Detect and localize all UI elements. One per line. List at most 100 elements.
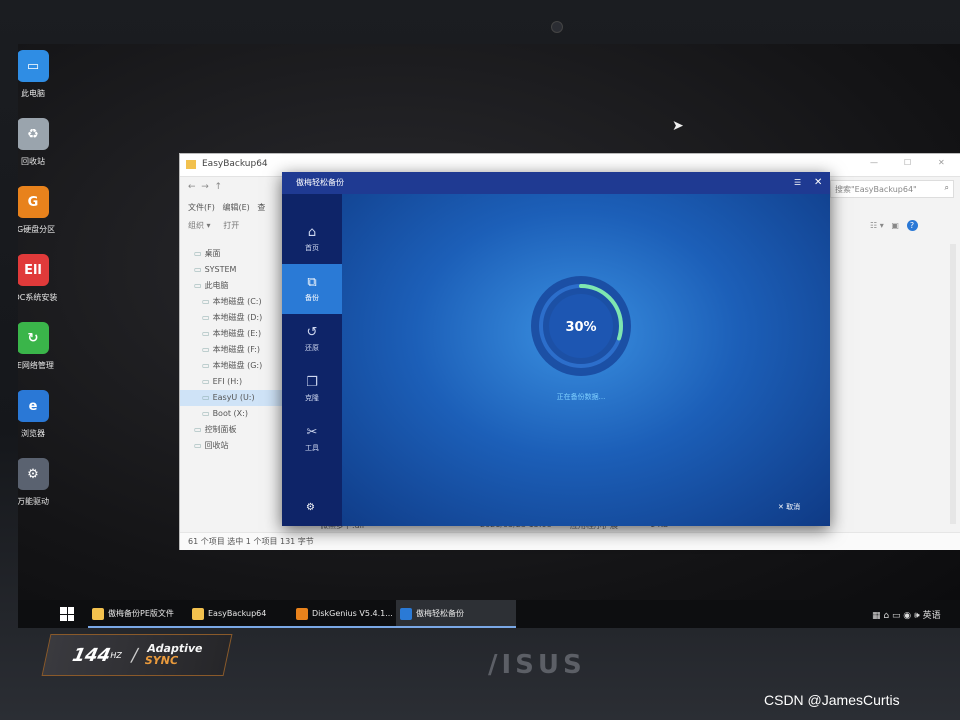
drive-icon: ▭	[194, 281, 202, 290]
desktop-icon-label: DG硬盘分区	[18, 225, 56, 234]
drive-icon: ▭	[194, 425, 202, 434]
running-indicator	[88, 626, 204, 628]
adaptive-sync-badge: 144 HZ / Adaptive SYNC	[41, 634, 233, 676]
search-icon: ⌕	[944, 183, 949, 192]
sidebar-label: 回收站	[204, 441, 229, 450]
input-language[interactable]: 英语	[923, 611, 941, 621]
explorer-scrollbar[interactable]	[950, 244, 956, 524]
cancel-button[interactable]: ✕ 取消	[778, 502, 800, 512]
driver-gear-icon: ⚙	[18, 458, 49, 490]
desktop: ▭此电脑♻回收站GDG硬盘分区EllEDC系统安装↻PE网络管理e浏览器⚙万能驱…	[18, 44, 960, 600]
nav-label: 首页	[305, 244, 319, 252]
desktop-icon-label: 回收站	[21, 157, 45, 166]
menu-file[interactable]: 文件(F)	[188, 203, 215, 212]
drive-icon: ▭	[202, 393, 210, 402]
sidebar-label: 本地磁盘 (F:)	[212, 345, 261, 354]
tray-icons: ▦ ⌂ ▭ ◉ 🕪	[872, 611, 920, 621]
sidebar-label: SYSTEM	[204, 265, 237, 274]
home-icon: ⌂	[307, 225, 317, 240]
drive-icon: ▭	[202, 297, 210, 306]
minimize-icon[interactable]: —	[870, 158, 878, 167]
sidebar-label: 本地磁盘 (C:)	[212, 297, 262, 306]
laptop-screen: ▭此电脑♻回收站GDG硬盘分区EllEDC系统安装↻PE网络管理e浏览器⚙万能驱…	[18, 44, 960, 628]
taskbar-label: 傲梅备份PE版文件	[108, 609, 174, 618]
progress-percent: 30%	[565, 320, 596, 335]
backup-icon: ⧉	[307, 275, 317, 290]
app-nav-restore[interactable]: ↺ 还原	[282, 314, 342, 364]
settings-icon[interactable]: ⚙	[306, 502, 315, 513]
desktop-icon-label: 此电脑	[21, 89, 45, 98]
backup-progress-panel: 30% 正在备份数据... ✕ 取消	[342, 194, 830, 526]
badge-line2: SYNC	[143, 654, 180, 667]
drive-icon: ▭	[194, 441, 202, 450]
progress-ring: 30%	[531, 276, 631, 376]
view-controls[interactable]: ☷ ▾ ▣ ?	[870, 220, 918, 231]
taskbar-label: EasyBackup64	[208, 609, 267, 618]
running-indicator	[396, 626, 516, 628]
close-icon[interactable]: ✕	[938, 158, 945, 167]
clone-icon: ❐	[306, 375, 318, 390]
menu-edit[interactable]: 编辑(E)	[222, 203, 249, 212]
desktop-icon[interactable]: e 浏览器	[18, 390, 68, 439]
menu-icon[interactable]: ☰	[794, 172, 801, 194]
taskbar-item[interactable]: EasyBackup64	[188, 600, 308, 628]
webcam	[551, 21, 563, 33]
app-nav-home[interactable]: ⌂ 首页	[282, 214, 342, 264]
desktop-icon[interactable]: ⚙ 万能驱动	[18, 458, 68, 507]
mouse-cursor: ➤	[672, 118, 684, 134]
app-nav-clone[interactable]: ❐ 克隆	[282, 364, 342, 414]
nav-arrows[interactable]: ← → ↑	[188, 182, 222, 192]
help-icon[interactable]: ?	[906, 220, 918, 231]
cancel-icon: ✕	[778, 503, 784, 511]
asus-logo: /ISUS	[488, 650, 586, 680]
drive-icon: ▭	[202, 361, 210, 370]
backup-status-text: 正在备份数据...	[556, 393, 606, 401]
badge-unit: HZ	[109, 650, 123, 660]
menu-view[interactable]: 查	[257, 203, 265, 212]
app-nav-backup[interactable]: ⧉ 备份	[282, 264, 342, 314]
search-box[interactable]: 搜索"EasyBackup64" ⌕	[830, 180, 954, 198]
running-indicator	[292, 626, 412, 628]
taskbar-label: DiskGenius V5.4.1...	[312, 609, 393, 618]
app-sidebar: ⌂ 首页 ⧉ 备份 ↺ 还原 ❐ 克隆 ✂ 工具	[282, 194, 342, 526]
browser-icon: e	[18, 390, 49, 422]
desktop-icon[interactable]: Ell EDC系统安装	[18, 254, 68, 303]
computer-icon: ▭	[18, 50, 49, 82]
sidebar-label: 控制面板	[204, 425, 237, 434]
start-button[interactable]	[60, 607, 74, 621]
taskbar-item[interactable]: DiskGenius V5.4.1...	[292, 600, 412, 628]
taskbar: 傲梅备份PE版文件 EasyBackup64 DiskGenius V5.4.1..…	[18, 600, 960, 628]
network-manager-icon: ↻	[18, 322, 49, 354]
desktop-icon[interactable]: ♻ 回收站	[18, 118, 68, 167]
recycle-bin-icon: ♻	[18, 118, 49, 150]
drive-icon: ▭	[202, 313, 210, 322]
diskgenius-icon	[296, 608, 308, 620]
nav-label: 还原	[305, 344, 319, 352]
taskbar-item[interactable]: 傲梅轻松备份	[396, 600, 516, 628]
taskbar-item[interactable]: 傲梅备份PE版文件	[88, 600, 204, 628]
backup-app-window[interactable]: 傲梅轻松备份 ☰ ✕ ⌂ 首页 ⧉ 备份 ↺ 还原 ❐ 克隆 ✂ 工具 ⚙ 30% 正在备份数据.…	[282, 172, 830, 526]
maximize-icon[interactable]: ☐	[904, 158, 911, 167]
status-text: 61 个项目 选中 1 个项目 131 字节	[188, 537, 314, 546]
open-button[interactable]: 打开	[223, 221, 239, 230]
sidebar-label: 本地磁盘 (E:)	[212, 329, 262, 338]
nav-label: 克隆	[305, 394, 319, 402]
desktop-icon[interactable]: ▭ 此电脑	[18, 50, 68, 99]
organize-button[interactable]: 组织 ▾	[188, 221, 211, 230]
drive-icon: ▭	[202, 377, 210, 386]
desktop-icon[interactable]: ↻ PE网络管理	[18, 322, 68, 371]
sidebar-label: 此电脑	[204, 281, 229, 290]
sidebar-label: EasyU (U:)	[212, 393, 255, 402]
folder-icon	[186, 160, 196, 169]
app-close-icon[interactable]: ✕	[814, 172, 822, 194]
cancel-label: 取消	[786, 503, 801, 511]
desktop-icon[interactable]: G DG硬盘分区	[18, 186, 68, 235]
drive-icon: ▭	[194, 265, 202, 274]
app-nav-tools[interactable]: ✂ 工具	[282, 414, 342, 464]
diskgenius-icon: G	[18, 186, 49, 218]
tools-icon: ✂	[306, 425, 318, 440]
nav-label: 工具	[305, 444, 319, 452]
folder-icon	[192, 608, 204, 620]
watermark: CSDN @JamesCurtis	[764, 692, 900, 708]
system-tray[interactable]: ▦ ⌂ ▭ ◉ 🕪 英语	[872, 608, 941, 621]
